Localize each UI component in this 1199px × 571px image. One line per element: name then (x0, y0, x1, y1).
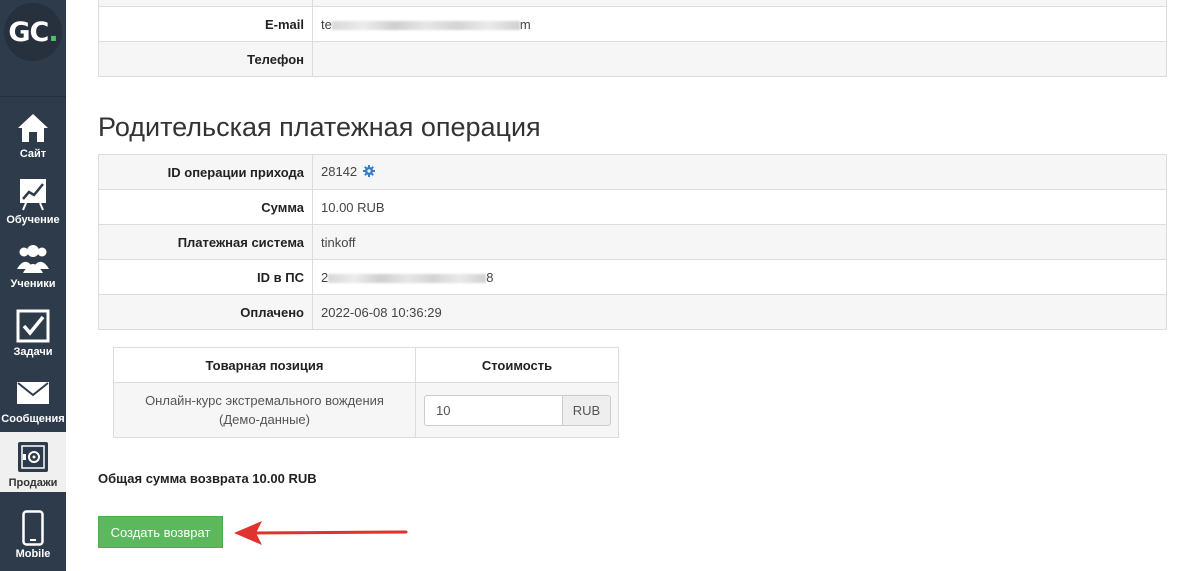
ps-id-value: 28 (312, 259, 1167, 295)
sidebar-item-label: Продажи (8, 477, 58, 489)
sidebar-item-label: Сайт (19, 148, 47, 160)
table-row: Телефон (98, 41, 1167, 77)
app-logo[interactable]: GC. (0, 0, 66, 64)
currency-addon: RUB (562, 394, 611, 426)
item-price-cell: 10 RUB (415, 382, 619, 438)
email-label: E-mail (98, 6, 313, 42)
operation-id-value: 28142 (312, 154, 1167, 190)
table-row: Онлайн-курс экстремального вождения (Дем… (113, 382, 619, 438)
redacted-blur (328, 273, 487, 283)
redacted-blur (331, 20, 520, 30)
envelope-icon (15, 375, 51, 411)
email-value: te m (312, 6, 1167, 42)
table-row: E-mail te m (98, 6, 1167, 42)
refund-items-table: Товарная позиция Стоимость Онлайн-курс э… (113, 347, 619, 438)
phone-icon (15, 510, 51, 546)
sidebar-item-mobile[interactable]: Mobile (0, 504, 66, 560)
table-row: Сумма 10.00 RUB (98, 189, 1167, 225)
sidebar-item-label: Задачи (13, 346, 53, 358)
home-icon (15, 110, 51, 146)
gear-icon[interactable] (362, 165, 375, 180)
sidebar-item-label: Ученики (10, 278, 56, 290)
phone-label: Телефон (98, 41, 313, 77)
amount-value: 10.00 RUB (312, 189, 1167, 225)
sidebar-item-label: Сообщения (1, 413, 65, 425)
ps-id-label: ID в ПС (98, 259, 313, 295)
amount-label: Сумма (98, 189, 313, 225)
training-chart-icon (15, 176, 51, 212)
phone-value (312, 41, 1167, 77)
sidebar-item-training[interactable]: Обучение (0, 170, 66, 226)
sidebar-item-site[interactable]: Сайт (0, 104, 66, 160)
table-header-row: Товарная позиция Стоимость (113, 347, 619, 383)
safe-icon (15, 439, 51, 475)
table-row: ID операции прихода 28142 (98, 154, 1167, 190)
annotation-arrow-icon (234, 521, 408, 545)
sidebar-item-students[interactable]: Ученики (0, 236, 66, 290)
paid-label: Оплачено (98, 294, 313, 330)
sidebar-item-label: Обучение (6, 214, 60, 226)
sidebar-item-sales[interactable]: Продажи (0, 432, 66, 492)
table-row: Оплачено 2022-06-08 10:36:29 (98, 294, 1167, 330)
column-header-item: Товарная позиция (113, 347, 416, 383)
table-row: Платежная система tinkoff (98, 224, 1167, 260)
checkbox-icon (15, 308, 51, 344)
operation-id-label: ID операции прихода (98, 154, 313, 190)
users-icon (15, 240, 51, 276)
nav-divider (0, 96, 66, 97)
contact-table: E-mail te m Телефон (98, 0, 1167, 77)
logo-circle: GC. (4, 3, 62, 61)
create-refund-button[interactable]: Создать возврат (98, 516, 223, 548)
logo-text: GC. (8, 16, 58, 48)
refund-total: Общая сумма возврата 10.00 RUB (98, 471, 317, 486)
column-header-cost: Стоимость (415, 347, 619, 383)
refund-price-input[interactable]: 10 (424, 394, 562, 426)
sidebar-item-messages[interactable]: Сообщения (0, 372, 66, 425)
section-title: Родительская платежная операция (98, 112, 541, 142)
table-row: ID в ПС 28 (98, 259, 1167, 295)
parent-operation-table: ID операции прихода 28142 Сумма 10.00 RU… (98, 154, 1167, 330)
payment-system-value: tinkoff (312, 224, 1167, 260)
sidebar-item-label: Mobile (15, 548, 51, 560)
item-name: Онлайн-курс экстремального вождения (Дем… (113, 382, 416, 438)
sidebar-item-tasks[interactable]: Задачи (0, 300, 66, 358)
price-input-group: 10 RUB (424, 394, 611, 426)
paid-value: 2022-06-08 10:36:29 (312, 294, 1167, 330)
sidebar: GC. Сайт Обучение Ученики Задачи Сообщен… (0, 0, 66, 571)
payment-system-label: Платежная система (98, 224, 313, 260)
